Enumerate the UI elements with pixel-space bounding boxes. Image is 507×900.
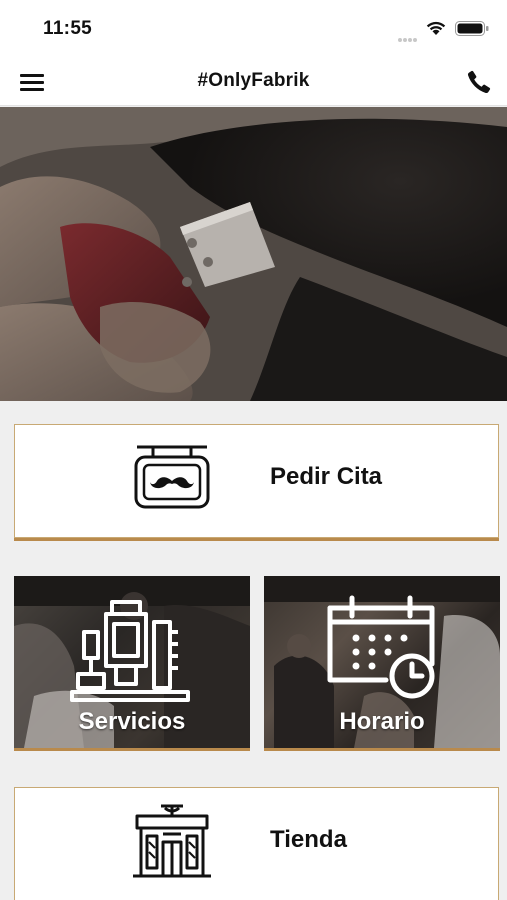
hero-image	[0, 107, 507, 401]
calendar-clock-icon	[327, 595, 435, 699]
page-title: #OnlyFabrik	[197, 70, 310, 91]
pedir-cita-button[interactable]: Pedir Cita	[14, 424, 499, 538]
battery-icon	[455, 21, 489, 36]
status-bar: 11:55	[0, 0, 507, 58]
horario-label: Horario	[339, 708, 425, 735]
hero-photo	[0, 107, 507, 401]
servicios-button[interactable]: Servicios	[14, 576, 250, 748]
signal-dots-icon	[398, 29, 420, 42]
mustache-sign-icon	[134, 445, 210, 509]
tienda-label: Tienda	[270, 826, 347, 853]
wifi-icon	[426, 21, 446, 35]
phone-icon[interactable]	[466, 69, 492, 95]
barber-tools-icon	[70, 600, 190, 702]
barber-shop-icon	[133, 804, 211, 878]
servicios-label: Servicios	[78, 708, 186, 735]
tienda-button[interactable]: Tienda	[14, 787, 499, 900]
horario-button[interactable]: Horario	[264, 576, 500, 748]
nav-bar: #OnlyFabrik	[0, 58, 507, 106]
status-time: 11:55	[43, 18, 93, 39]
pedir-cita-label: Pedir Cita	[270, 463, 383, 490]
